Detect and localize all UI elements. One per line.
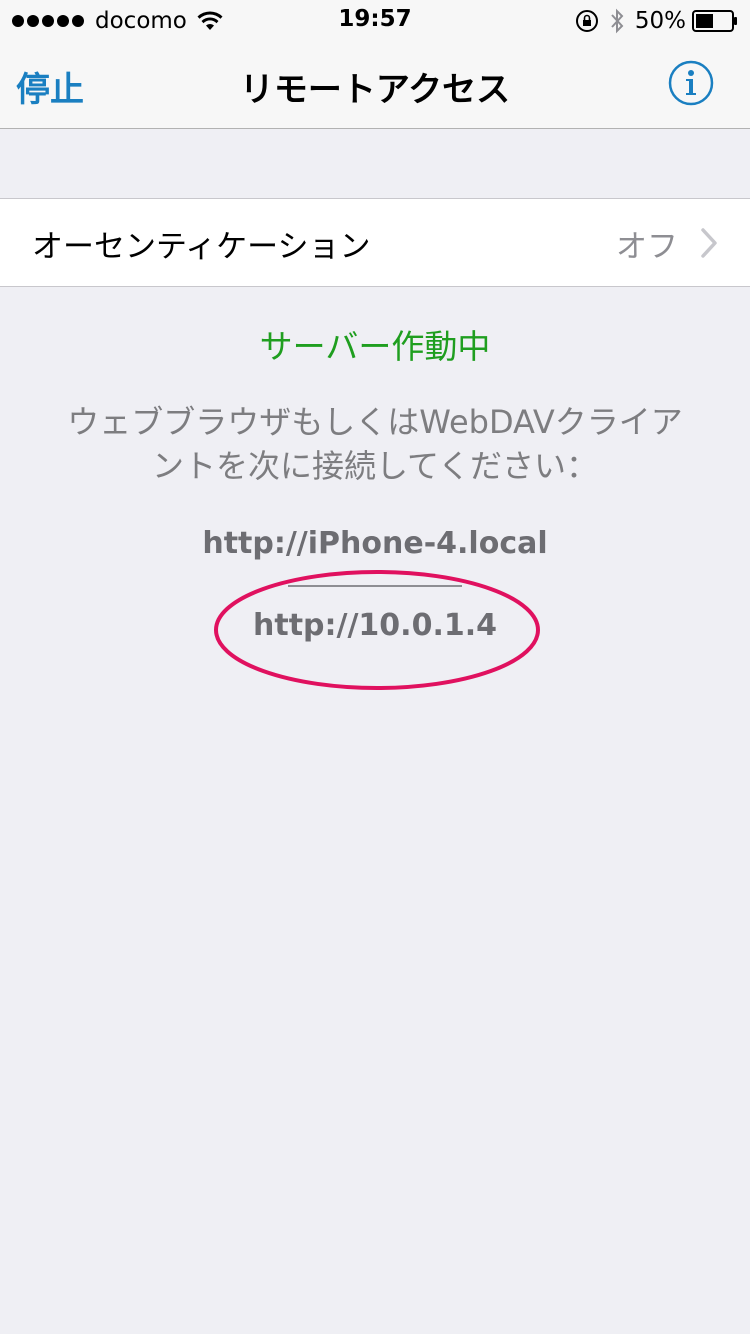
authentication-cell[interactable]: オーセンティケーション オフ xyxy=(0,198,750,287)
ip-url: http://10.0.1.4 xyxy=(253,608,497,643)
server-status-text: サーバー作動中 xyxy=(259,327,491,366)
remote-access-screen: docomo 19:57 50% 停止 リモートアクセス オーセンティケーション… xyxy=(0,0,750,1334)
status-bar-right: 50% xyxy=(575,6,738,36)
page-title: リモートアクセス xyxy=(239,70,511,110)
bluetooth-icon xyxy=(611,8,624,34)
battery-icon xyxy=(692,10,737,32)
authentication-label: オーセンティケーション xyxy=(32,229,371,265)
hostname-url: http://iPhone-4.local xyxy=(202,526,548,561)
chevron-right-icon xyxy=(701,228,717,258)
battery-percent: 50% xyxy=(634,8,686,34)
connection-instruction: ウェブブラウザもしくはWebDAVクライアントを次に接続してください： xyxy=(67,403,683,485)
authentication-value: オフ xyxy=(616,229,678,265)
status-bar: docomo 19:57 50% xyxy=(0,0,750,40)
url-divider xyxy=(288,585,462,587)
top-bar: docomo 19:57 50% 停止 リモートアクセス xyxy=(0,0,750,129)
navigation-bar: 停止 リモートアクセス xyxy=(0,40,750,128)
info-icon[interactable] xyxy=(668,60,714,106)
orientation-lock-icon xyxy=(575,10,598,32)
